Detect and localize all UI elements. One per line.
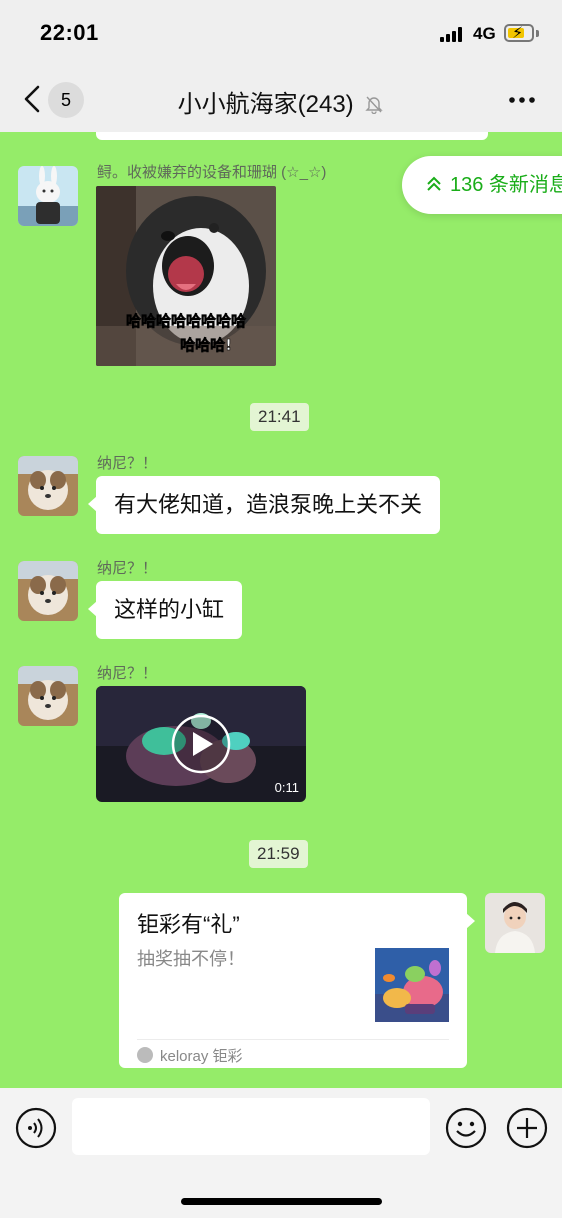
home-indicator [181,1198,382,1205]
sender-name: 纳尼？！ [97,665,158,682]
link-card[interactable]: 钜彩有“礼” 抽奖抽不停！ keloray 钜彩 [119,893,475,1068]
previous-message-bubble [96,132,488,140]
card-description: 抽奖抽不停！ [137,949,245,969]
status-bar: 22:01 4G ⚡ [0,0,562,68]
new-messages-label: 136 条新消息 [450,174,562,196]
mute-bell-icon [365,96,384,114]
source-logo-icon [137,1047,153,1063]
battery-icon: ⚡ [504,24,534,42]
emoji-icon[interactable] [445,1107,487,1149]
avatar[interactable] [18,166,78,226]
battery-tip [536,30,539,37]
message-bubble[interactable]: 有大佬知道，造浪泵晚上关不关 [87,476,441,534]
card-divider [137,1039,449,1040]
time-divider: 21:41 [250,403,309,431]
avatar[interactable] [18,456,78,516]
avatar[interactable] [18,666,78,726]
card-source: keloray 钜彩 [160,1048,243,1065]
message-bubble[interactable]: 这样的小缸 [87,581,243,639]
video-message[interactable]: 0:11 [96,686,306,802]
more-options-icon[interactable] [508,96,536,104]
double-chevron-up-icon [427,176,441,191]
nav-bar: 5 小小航海家(243) [0,68,562,132]
time-divider: 21:59 [249,840,308,868]
sticker-text-2: 哈哈哈! [180,336,232,354]
plus-icon[interactable] [506,1107,548,1149]
sender-name: 纳尼？！ [97,455,158,472]
input-bar [0,1088,562,1218]
chat-title: 小小航海家(243) [177,91,354,118]
sticker-text-1: 哈哈哈哈哈哈哈哈 [126,312,246,330]
card-title: 钜彩有“礼” [137,912,240,937]
status-time: 22:01 [40,20,99,45]
my-avatar[interactable] [485,893,545,953]
card-thumbnail [375,948,449,1022]
new-messages-button[interactable]: 136 条新消息 [402,156,562,214]
voice-input-icon[interactable] [15,1107,57,1149]
sender-name: 鲟。收被嫌弃的设备和珊瑚 (☆_☆) [97,164,327,181]
message-input[interactable] [72,1098,430,1155]
network-type: 4G [473,24,496,43]
avatar[interactable] [18,561,78,621]
cellular-signal-icon [440,26,466,42]
video-duration: 0:11 [275,780,299,795]
sticker-image[interactable]: 哈哈哈哈哈哈哈哈 哈哈哈! [96,186,276,366]
chat-title-wrap: 小小航海家(243) [0,84,562,119]
sender-name: 纳尼？！ [97,560,158,577]
